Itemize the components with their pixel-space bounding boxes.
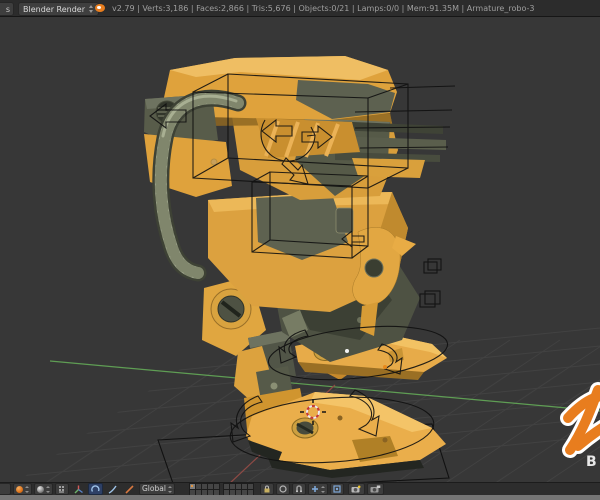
layer-group-2	[222, 482, 254, 496]
layer-toggle[interactable]	[241, 483, 247, 489]
dropdown-arrows-icon	[320, 485, 325, 493]
layer-toggle[interactable]	[207, 483, 213, 489]
layer-toggle[interactable]	[235, 489, 241, 495]
layer-toggle[interactable]	[201, 489, 207, 495]
snap-button[interactable]	[291, 483, 306, 495]
layer-toggle[interactable]	[207, 489, 213, 495]
snap-target-icon	[333, 485, 341, 493]
blender-window: B s Blender Render v2.79 | Verts:3,186 |…	[0, 0, 600, 500]
layer-toggle[interactable]	[195, 489, 201, 495]
pose-mode-icon	[16, 485, 23, 493]
manipulator-pointer-button[interactable]	[71, 483, 86, 495]
layer-toggle[interactable]	[223, 489, 229, 495]
bone-point-white	[345, 349, 349, 353]
transform-orientation-dropdown[interactable]: Global	[139, 483, 175, 495]
layer-toggle[interactable]	[229, 489, 235, 495]
snap-element-dropdown[interactable]	[307, 483, 328, 495]
lock-to-scene-button[interactable]	[259, 483, 274, 495]
layer-toggle[interactable]	[223, 483, 229, 489]
blender-logo-icon	[95, 3, 106, 13]
editor-type-button[interactable]	[0, 483, 11, 495]
camera-anim-icon	[370, 485, 381, 493]
scene-selector-fragment[interactable]: s	[0, 2, 14, 16]
layer-toggle[interactable]	[213, 489, 219, 495]
layer-toggle[interactable]	[189, 489, 195, 495]
manipulator-scale-button[interactable]	[105, 483, 120, 495]
layer-toggle[interactable]	[241, 489, 247, 495]
viewport-shading-dropdown[interactable]	[34, 483, 53, 495]
watermark-letter: B	[586, 454, 597, 470]
orientation-label: Global	[142, 484, 166, 493]
camera-still-icon	[351, 485, 361, 493]
rotate-icon	[91, 484, 100, 492]
layer-group-1	[188, 482, 220, 496]
opengl-render-still-button[interactable]	[347, 483, 365, 495]
proportional-circle-icon	[279, 485, 287, 493]
layer-toggle[interactable]	[213, 483, 219, 489]
layer-toggle[interactable]	[189, 483, 195, 489]
proportional-editing-button[interactable]	[275, 483, 290, 495]
snap-target-button[interactable]	[329, 483, 344, 495]
bone-point-orange	[383, 365, 387, 369]
shading-sphere-icon	[37, 485, 44, 493]
opengl-render-anim-button[interactable]	[366, 483, 384, 495]
viewport-header: Global	[0, 482, 600, 496]
translate-icon	[125, 484, 134, 494]
lower-editor-edge	[0, 495, 600, 500]
layer-toggle[interactable]	[247, 489, 253, 495]
layer-toggles	[188, 482, 254, 496]
scale-icon	[108, 485, 117, 494]
manipulator-translate-button[interactable]	[122, 483, 137, 495]
pivot-grid-icon	[59, 486, 64, 493]
dropdown-arrows-icon	[25, 485, 29, 493]
render-engine-label: Blender Render	[23, 4, 86, 14]
lock-icon	[264, 485, 270, 493]
snap-magnet-icon	[296, 485, 302, 493]
info-header: s Blender Render v2.79 | Verts:3,186 | F…	[0, 0, 600, 17]
layer-toggle[interactable]	[229, 483, 235, 489]
render-engine-dropdown[interactable]: Blender Render	[18, 2, 100, 16]
mode-dropdown[interactable]	[13, 483, 32, 495]
layer-toggle[interactable]	[195, 483, 201, 489]
3d-viewport[interactable]: B	[0, 0, 600, 500]
manipulator-rotate-button[interactable]	[88, 483, 103, 495]
scene-fragment-text: s	[5, 4, 10, 14]
scene-statistics: v2.79 | Verts:3,186 | Faces:2,866 | Tris…	[112, 4, 535, 13]
dropdown-arrows-icon	[89, 5, 94, 13]
layer-toggle[interactable]	[247, 483, 253, 489]
dropdown-arrows-icon	[46, 485, 50, 493]
pivot-point-button[interactable]	[55, 483, 69, 495]
layer-toggle[interactable]	[235, 483, 241, 489]
dropdown-arrows-icon	[167, 485, 172, 493]
axes-icon	[74, 485, 83, 493]
layer-toggle[interactable]	[201, 483, 207, 489]
snap-increment-icon	[311, 486, 318, 492]
